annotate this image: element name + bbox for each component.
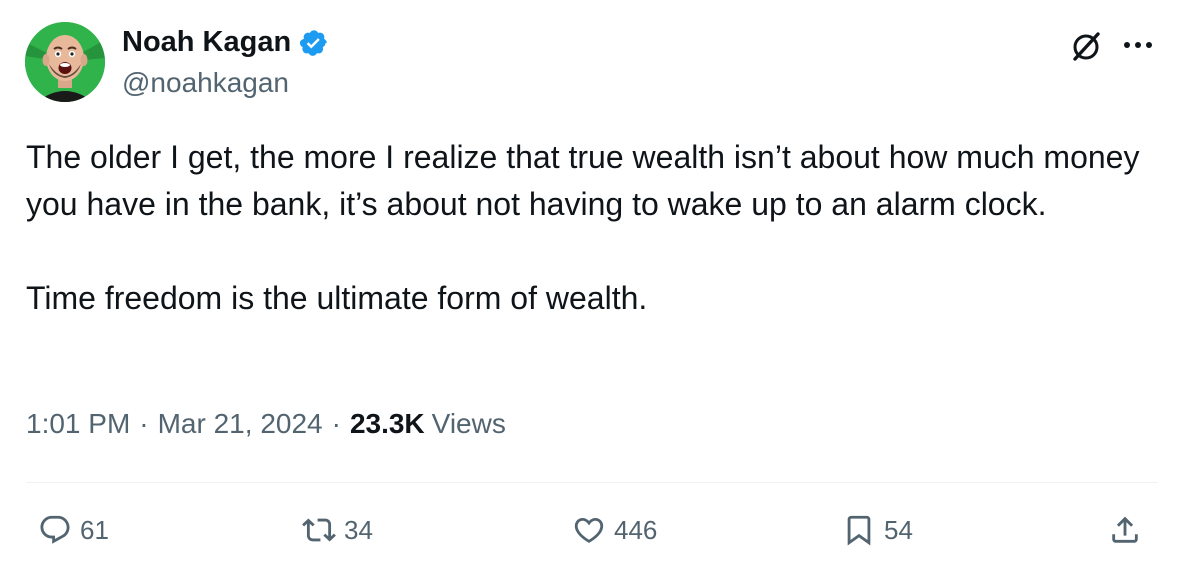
repost-button[interactable]: 34 [302,508,373,552]
reply-icon [40,515,70,544]
bookmark-button[interactable]: 54 [842,508,913,552]
author-display-name[interactable]: Noah Kagan [122,26,291,59]
meta-separator: · [331,408,341,439]
tweet-card: Noah Kagan @noahkagan The older I get, t… [0,0,1190,578]
reply-count: 61 [80,514,109,545]
share-button[interactable] [1108,508,1142,552]
tweet-paragraph: The older I get, the more I realize that… [26,139,1140,222]
meta-separator: · [139,408,149,439]
views-count[interactable]: 23.3K [350,408,425,440]
author-handle[interactable]: @noahkagan [122,67,289,99]
tweet-text: The older I get, the more I realize that… [26,134,1166,322]
repost-icon [302,518,336,542]
grok-icon[interactable] [1066,27,1106,67]
tweet-date[interactable]: Mar 21, 2024 [158,408,323,440]
heart-icon [574,517,604,543]
like-count: 446 [614,514,658,545]
author-name-row[interactable]: Noah Kagan [122,26,329,59]
tweet-time[interactable]: 1:01 PM [26,408,130,440]
avatar-image [25,22,105,102]
divider [26,482,1158,483]
share-icon [1112,516,1138,543]
tweet-meta: 1:01 PM · Mar 21, 2024 · 23.3K Views [26,408,506,440]
bookmark-icon [847,515,871,546]
like-button[interactable]: 446 [572,508,657,552]
repost-count: 34 [344,514,373,545]
avatar[interactable] [25,22,105,102]
more-icon[interactable] [1118,30,1158,60]
views-label[interactable]: Views [432,408,506,440]
tweet-paragraph: Time freedom is the ultimate form of wea… [26,280,648,316]
reply-button[interactable]: 61 [38,508,109,552]
verified-badge-icon[interactable] [299,28,329,58]
bookmark-count: 54 [884,514,913,545]
